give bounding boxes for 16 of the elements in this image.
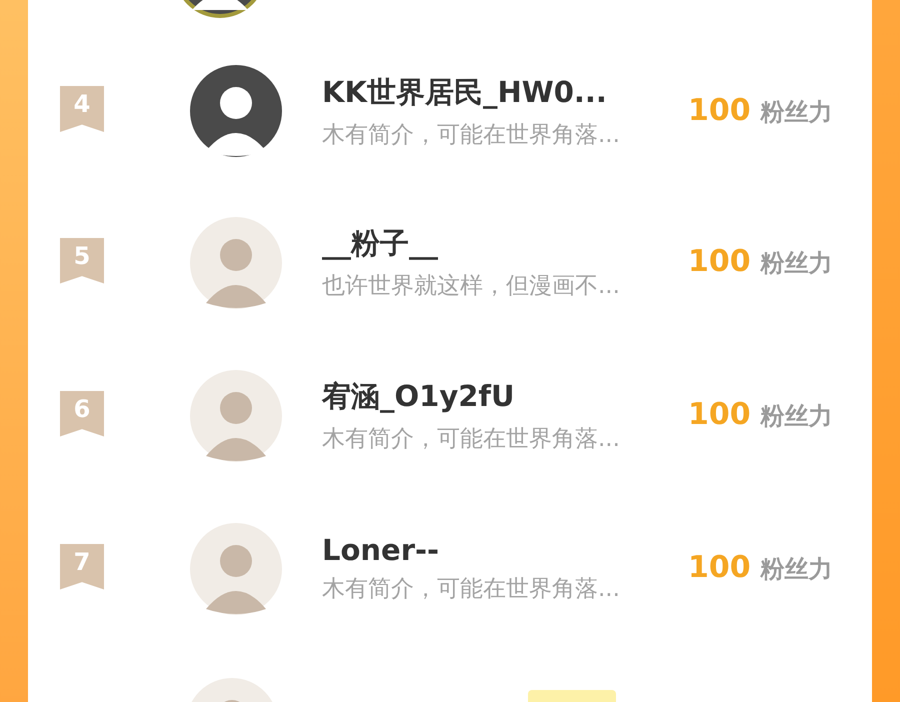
user-bio: 木有简介，可能在世界角落... [322,425,621,454]
score-unit: 粉丝力 [760,96,833,128]
score-unit: 粉丝力 [760,401,833,432]
user-bio: 也许世界就这样，但漫画不... [322,272,621,301]
fan-score: 100 [688,397,751,432]
score-unit: 粉丝力 [760,248,833,279]
rank-ribbon: 7 [60,544,104,590]
fan-score: 100 [688,550,751,585]
rank-ribbon: 6 [60,390,104,436]
fan-score: 100 [688,92,751,128]
fan-score: 100 [688,244,751,279]
user-bio: 木有简介，可能在世界角落... [322,575,621,604]
rank-ribbon: 5 [60,238,104,284]
user-bio: 木有简介，可能在世界角落... [322,120,621,150]
score-unit: 粉丝力 [760,554,833,585]
rank-ribbon: 4 [60,86,104,132]
